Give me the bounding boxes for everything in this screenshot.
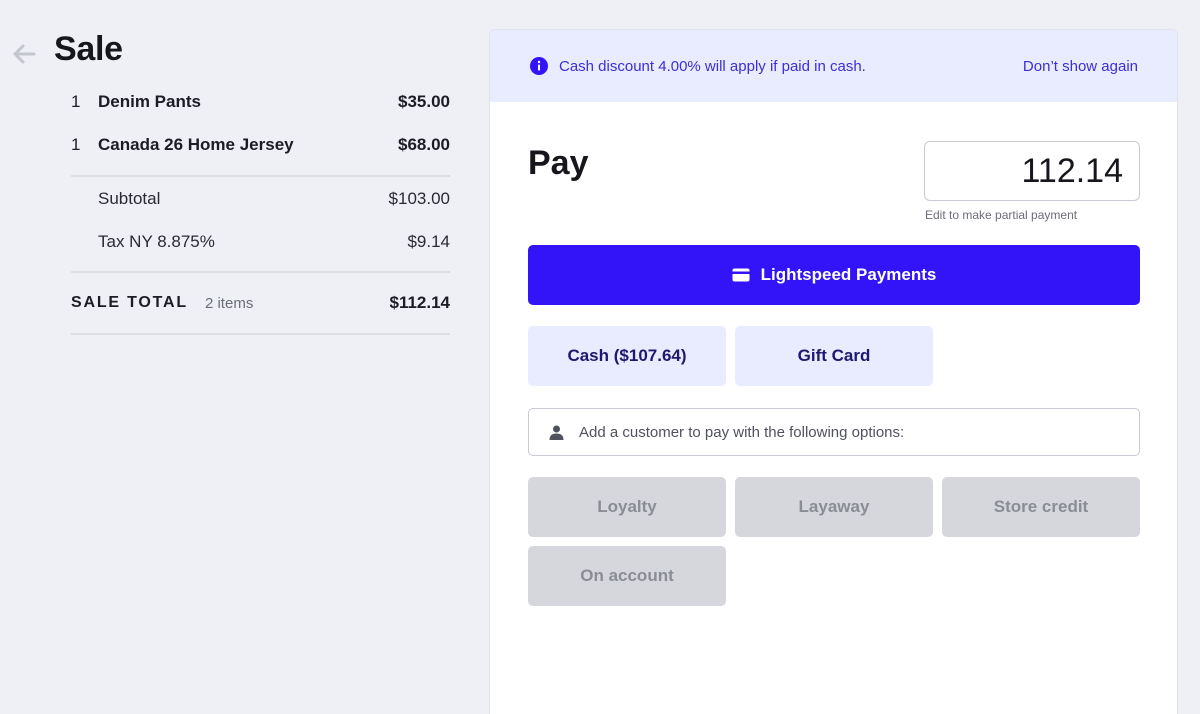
line-item-qty: 1	[71, 134, 81, 154]
on-account-button[interactable]: On account	[528, 546, 726, 606]
tax-label: Tax NY 8.875%	[98, 231, 215, 251]
credit-card-icon	[732, 268, 750, 282]
amount-hint: Edit to make partial payment	[925, 208, 1078, 222]
subtotal-label: Subtotal	[98, 188, 161, 208]
tax-amount: $9.14	[407, 231, 450, 251]
sale-total-amount: $112.14	[389, 293, 450, 312]
line-item-price: $68.00	[398, 134, 450, 154]
back-arrow-icon[interactable]	[10, 40, 38, 68]
tax-row: Tax NY 8.875% $9.14	[71, 220, 450, 263]
info-icon	[530, 57, 548, 75]
pay-title: Pay	[528, 144, 589, 182]
line-item-name: Canada 26 Home Jersey	[98, 134, 294, 154]
subtotal-amount: $103.00	[388, 188, 450, 208]
sale-total-row: SALE TOTAL 2 items $112.14	[71, 273, 450, 333]
sale-title: Sale	[54, 30, 123, 68]
add-customer-field[interactable]: Add a customer to pay with the following…	[528, 408, 1140, 456]
sale-total-label: SALE TOTAL	[71, 294, 188, 311]
cash-button[interactable]: Cash ($107.64)	[528, 326, 726, 386]
dont-show-again-link[interactable]: Don’t show again	[1023, 58, 1138, 75]
divider	[71, 333, 450, 335]
line-item-name: Denim Pants	[98, 91, 201, 111]
line-item-qty: 1	[71, 91, 81, 111]
notice-text: Cash discount 4.00% will apply if paid i…	[559, 57, 866, 75]
loyalty-button[interactable]: Loyalty	[528, 477, 726, 537]
gift-card-button[interactable]: Gift Card	[735, 326, 933, 386]
subtotal-row: Subtotal $103.00	[71, 177, 450, 220]
line-item[interactable]: 1 Canada 26 Home Jersey $68.00	[71, 123, 450, 166]
line-item-price: $35.00	[398, 91, 450, 111]
item-count: 2 items	[204, 294, 254, 312]
person-icon	[549, 425, 564, 440]
lightspeed-payments-label: Lightspeed Payments	[760, 265, 937, 284]
add-customer-placeholder: Add a customer to pay with the following…	[579, 423, 905, 441]
sale-lines: 1 Denim Pants $35.00 1 Canada 26 Home Je…	[71, 80, 450, 335]
line-item[interactable]: 1 Denim Pants $35.00	[71, 80, 450, 123]
store-credit-button[interactable]: Store credit	[942, 477, 1140, 537]
cash-discount-notice: Cash discount 4.00% will apply if paid i…	[490, 30, 1177, 102]
pay-amount-input[interactable]	[924, 141, 1140, 201]
layaway-button[interactable]: Layaway	[735, 477, 933, 537]
lightspeed-payments-button[interactable]: Lightspeed Payments	[528, 245, 1140, 305]
payment-panel: Cash discount 4.00% will apply if paid i…	[489, 29, 1178, 714]
